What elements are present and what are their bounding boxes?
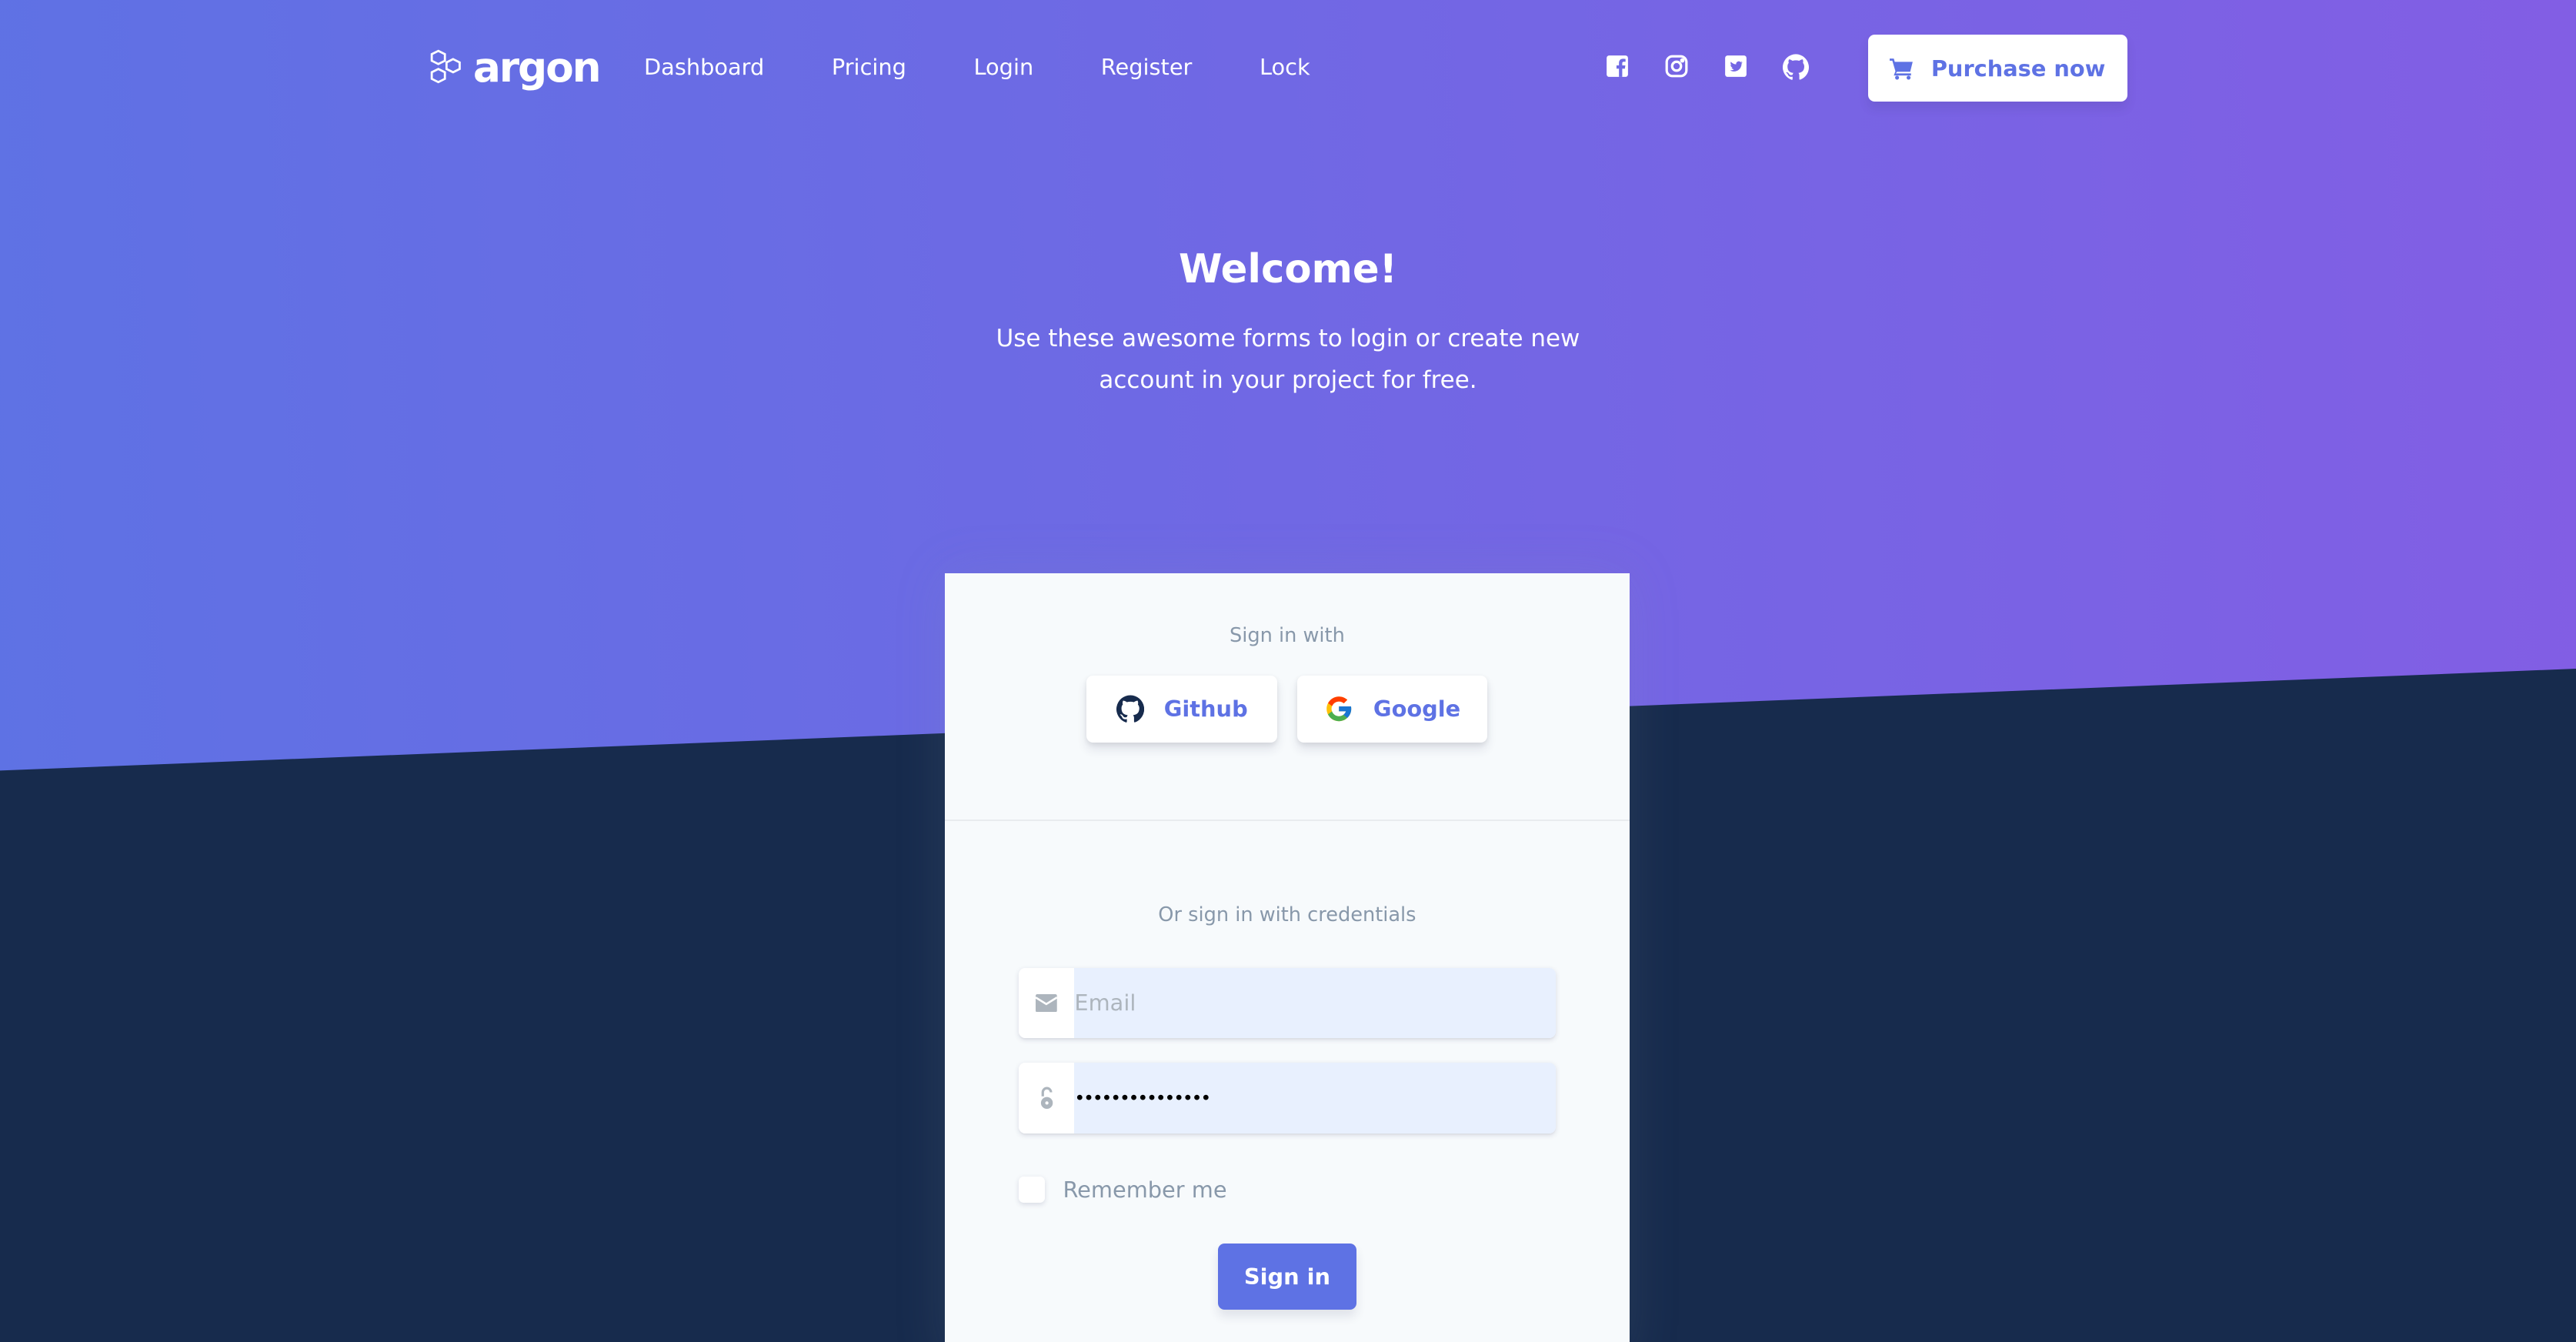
google-signin-button[interactable]: Google <box>1296 675 1488 743</box>
google-icon <box>1326 696 1352 722</box>
remember-me-checkbox[interactable] <box>1018 1176 1045 1203</box>
argon-logo-icon <box>431 49 462 83</box>
github-label: Github <box>1163 696 1248 723</box>
email-input[interactable] <box>1074 967 1557 1039</box>
password-input[interactable] <box>1074 1063 1557 1134</box>
google-label: Google <box>1373 696 1461 723</box>
remember-me-label[interactable]: Remember me <box>1063 1177 1226 1203</box>
nav-login[interactable]: Login <box>974 54 1034 80</box>
brand-logo[interactable]: argon <box>430 42 602 92</box>
navbar: argon Dashboard Pricing Login Register L… <box>0 0 2576 138</box>
nav-dashboard[interactable]: Dashboard <box>644 54 764 80</box>
shopping-cart-icon <box>1890 58 1914 80</box>
twitter-icon[interactable] <box>1723 54 1750 80</box>
social-heading: Sign in with <box>1230 624 1345 648</box>
page-title: Welcome! <box>1178 246 1398 293</box>
nav-lock[interactable]: Lock <box>1260 54 1310 80</box>
instagram-icon[interactable] <box>1664 54 1690 80</box>
sign-in-label: Sign in <box>1243 1263 1331 1290</box>
facebook-icon[interactable] <box>1605 54 1631 80</box>
email-field <box>1018 967 1557 1039</box>
brand-name: argon <box>472 42 602 92</box>
github-signin-button[interactable]: Github <box>1086 675 1278 743</box>
hero: Welcome! Use these awesome forms to logi… <box>0 246 2576 401</box>
credentials-heading: Or sign in with credentials <box>1158 903 1416 927</box>
sign-in-button[interactable]: Sign in <box>1218 1244 1356 1310</box>
nav-pricing[interactable]: Pricing <box>832 54 906 80</box>
lock-open-icon <box>1018 1063 1075 1134</box>
github-icon <box>1116 695 1144 723</box>
envelope-icon <box>1018 967 1075 1039</box>
github-icon[interactable] <box>1782 54 1809 81</box>
nav-register[interactable]: Register <box>1101 54 1193 80</box>
purchase-now-label: Purchase now <box>1930 55 2106 82</box>
password-field <box>1018 1063 1557 1134</box>
login-card: Sign in with Github Google Or sign in wi… <box>944 573 1630 1342</box>
purchase-now-button[interactable]: Purchase now <box>1867 34 2128 102</box>
hero-subtitle: Use these awesome forms to login or crea… <box>996 325 1580 394</box>
